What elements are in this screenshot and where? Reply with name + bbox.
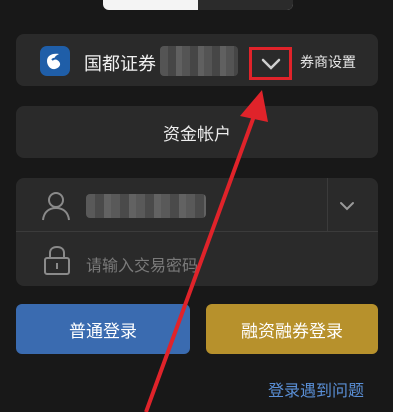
account-history-dropdown[interactable]: [334, 193, 360, 219]
divider: [327, 178, 328, 231]
account-type-selector[interactable]: 资金帐户: [16, 106, 378, 158]
top-tab-selected[interactable]: [198, 0, 293, 10]
password-input[interactable]: 请输入交易密码: [86, 252, 198, 276]
chevron-down-icon: [261, 58, 280, 70]
broker-name-redacted: [160, 46, 238, 76]
broker-settings-link[interactable]: 券商设置: [300, 52, 356, 72]
margin-login-button[interactable]: 融资融券登录: [206, 304, 378, 354]
normal-login-button[interactable]: 普通登录: [16, 304, 190, 354]
broker-name: 国都证券: [84, 54, 156, 75]
account-input-redacted[interactable]: [86, 194, 206, 218]
broker-logo-icon: [40, 46, 70, 76]
user-icon: [40, 189, 72, 221]
top-tab-bar[interactable]: [103, 0, 293, 10]
chevron-down-icon: [340, 202, 354, 211]
login-help-link[interactable]: 登录遇到问题: [268, 377, 364, 401]
divider: [16, 231, 378, 232]
broker-dropdown-button[interactable]: [249, 47, 292, 80]
lock-icon: [42, 244, 72, 276]
